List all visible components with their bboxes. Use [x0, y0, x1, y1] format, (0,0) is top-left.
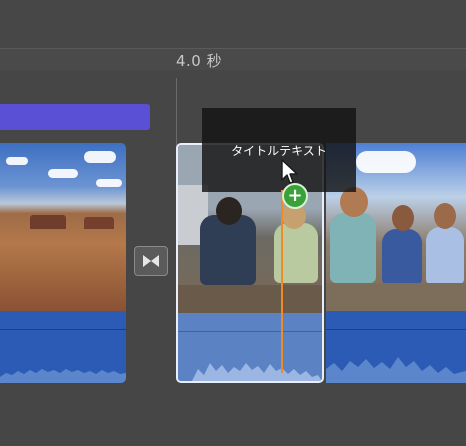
- audio-waveform[interactable]: [326, 311, 466, 383]
- title-drag-preview[interactable]: タイトルテキスト: [202, 108, 356, 192]
- person: [330, 213, 376, 283]
- time-marker-label: 4.0 秒: [176, 52, 223, 70]
- person: [426, 227, 464, 285]
- rock-ground: [178, 285, 322, 313]
- waveform-graphic: [0, 369, 126, 383]
- rock-ground: [326, 283, 466, 311]
- waveform-graphic: [192, 363, 322, 381]
- toolbar-area: [0, 0, 466, 48]
- cloud: [96, 179, 122, 187]
- title-text-label: タイトルテキスト: [231, 144, 327, 158]
- cloud: [356, 151, 416, 173]
- cloud: [48, 169, 78, 178]
- audio-waveform[interactable]: [178, 313, 322, 381]
- person: [382, 229, 422, 285]
- cloud: [84, 151, 116, 163]
- person-head: [392, 205, 414, 231]
- transition-bowtie-icon: [143, 255, 159, 267]
- mesa: [30, 215, 66, 229]
- transition-button[interactable]: [134, 246, 168, 276]
- arrow-pointer-icon: [281, 159, 298, 184]
- waveform-graphic: [326, 357, 466, 383]
- plus-circle-icon: +: [282, 183, 308, 209]
- divider: [0, 48, 466, 49]
- insertion-playhead-line: [281, 190, 283, 373]
- cloud: [6, 157, 28, 165]
- mesa: [84, 217, 114, 229]
- person: [200, 215, 256, 285]
- title-clip-bar[interactable]: [0, 104, 150, 130]
- person-head: [216, 197, 242, 225]
- video-clip-desert[interactable]: [0, 143, 126, 383]
- audio-waveform[interactable]: [0, 311, 126, 383]
- person-head: [434, 203, 456, 229]
- clip-thumbnail: [0, 143, 126, 311]
